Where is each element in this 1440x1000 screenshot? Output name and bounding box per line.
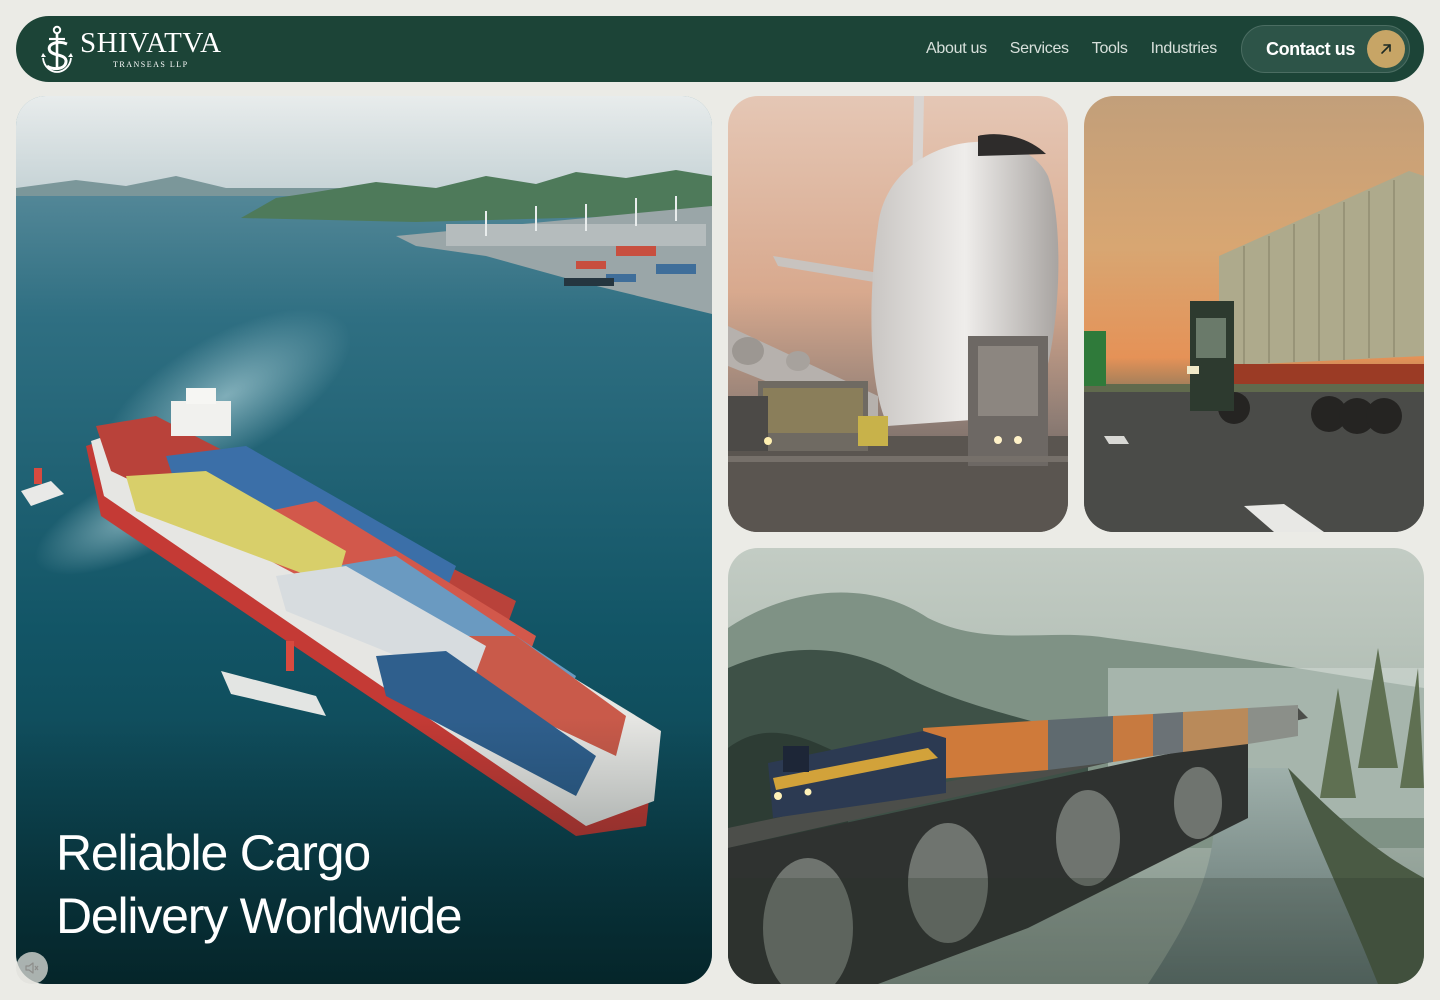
cargo-plane-scene: [728, 96, 1068, 532]
nav-link-about-us[interactable]: About us: [926, 40, 987, 58]
nav-link-services[interactable]: Services: [1010, 40, 1069, 58]
brand-logo[interactable]: SHIVATVA TRANSEAS LLP: [40, 24, 222, 74]
contact-us-label: Contact us: [1265, 38, 1355, 59]
hero-title: Reliable Cargo Delivery Worldwide: [56, 822, 656, 948]
nav-links: About us Services Tools Industries: [926, 40, 1217, 58]
arrow-up-right-icon: [1367, 30, 1405, 68]
brand-name: SHIVATVA: [80, 27, 222, 59]
freight-train-scene: [728, 548, 1424, 984]
nav-right: About us Services Tools Industries Conta…: [926, 25, 1410, 73]
anchor-s-monogram-icon: [41, 25, 73, 73]
brand-text: SHIVATVA TRANSEAS LLP: [80, 29, 222, 69]
freight-train-image: [728, 548, 1424, 984]
mute-toggle-button[interactable]: [16, 952, 48, 984]
cargo-plane-image: [728, 96, 1068, 532]
container-truck-image: [1084, 96, 1424, 532]
cargo-ship-image: Reliable Cargo Delivery Worldwide: [16, 96, 712, 984]
container-truck-scene: [1084, 96, 1424, 532]
hero-title-line-2: Delivery Worldwide: [56, 888, 463, 944]
brand-subtitle: TRANSEAS LLP: [112, 60, 189, 69]
speaker-muted-icon: [25, 962, 39, 974]
hero-title-line-1: Reliable Cargo: [56, 825, 371, 881]
top-navbar: SHIVATVA TRANSEAS LLP About us Services …: [16, 16, 1424, 82]
nav-link-tools[interactable]: Tools: [1092, 40, 1128, 58]
nav-link-industries[interactable]: Industries: [1151, 40, 1218, 58]
contact-us-button[interactable]: Contact us: [1240, 25, 1410, 73]
